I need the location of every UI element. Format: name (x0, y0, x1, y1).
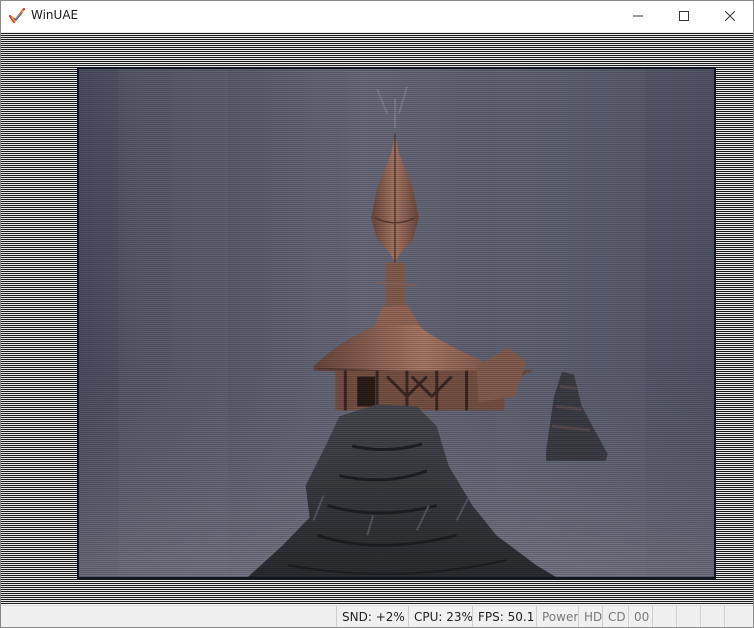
close-button[interactable] (707, 1, 753, 31)
amiga-screen[interactable] (77, 67, 716, 579)
emulator-display[interactable] (1, 32, 753, 604)
hd-led[interactable]: HD (578, 606, 602, 627)
minimize-button[interactable] (615, 1, 661, 31)
power-led[interactable]: Power (536, 606, 578, 627)
window-title: WinUAE (31, 8, 79, 22)
status-bar-spacer (1, 606, 336, 627)
floppy-drive-1[interactable] (652, 606, 676, 627)
sound-status: SND: +2% (336, 606, 408, 627)
status-bar-end (724, 606, 753, 627)
cd-led[interactable]: CD (602, 606, 628, 627)
winuae-checkmark-icon (9, 8, 25, 24)
floppy-drive-2[interactable] (676, 606, 700, 627)
floppy-drive-3[interactable] (700, 606, 724, 627)
title-bar[interactable]: WinUAE (1, 1, 753, 31)
cpu-status: CPU: 23% (408, 606, 472, 627)
minimize-icon (633, 15, 643, 17)
close-icon (725, 11, 735, 21)
floppy-drive-0[interactable]: 00 (628, 606, 652, 627)
fantasy-tower-scene-image (79, 69, 714, 577)
winuae-window: WinUAE SND: +2% CPU: 23% FPS: 50.1 Power… (0, 0, 754, 628)
maximize-icon (679, 11, 689, 21)
status-bar: SND: +2% CPU: 23% FPS: 50.1 Power HD CD … (1, 605, 753, 627)
fps-status: FPS: 50.1 (472, 606, 536, 627)
maximize-button[interactable] (661, 1, 707, 31)
